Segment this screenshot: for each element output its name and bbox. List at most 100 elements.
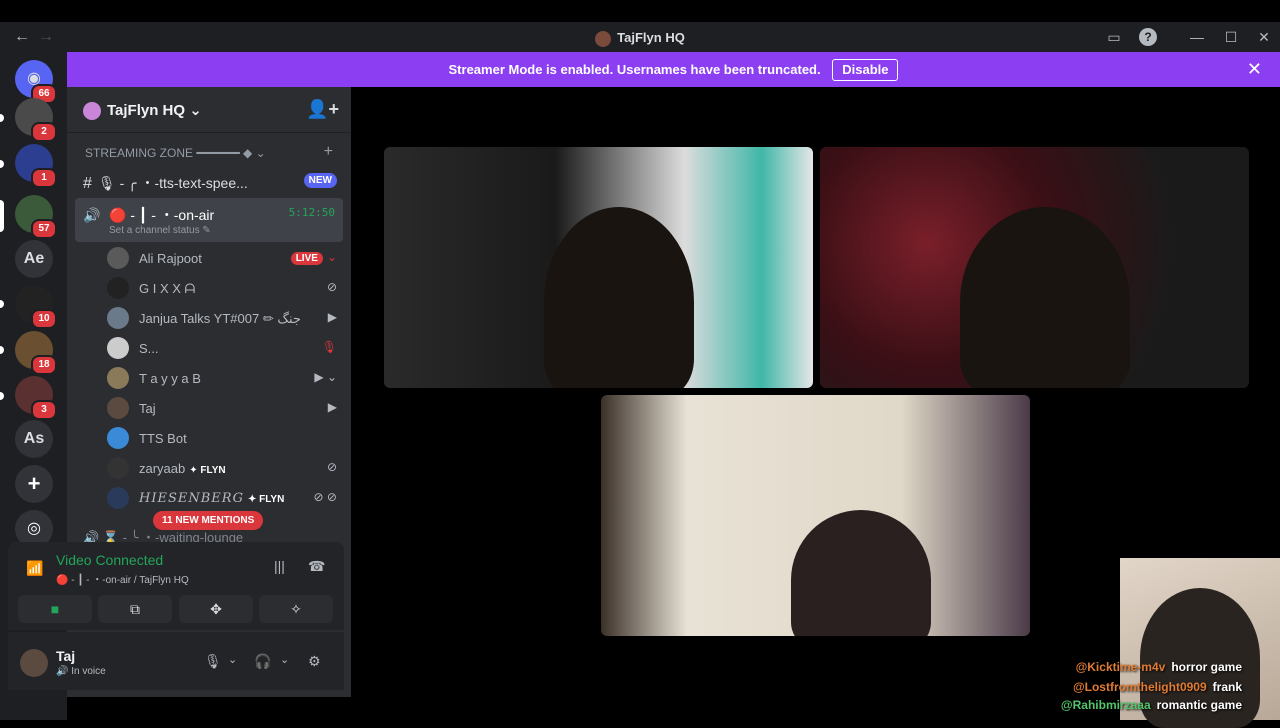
muted-icon: 🎙 xyxy=(321,340,337,354)
voice-user[interactable]: zaryaab ✦ FLYN ⊘ xyxy=(107,456,339,482)
username: G I X X ᗩ xyxy=(139,281,196,296)
maximize-icon[interactable]: ☐ xyxy=(1222,28,1240,46)
badge: 3 xyxy=(31,400,57,420)
username: TTS Bot xyxy=(139,431,187,446)
voice-user[interactable]: T a y y a B ▶ ⌄ xyxy=(107,366,339,392)
signal-icon[interactable]: 📶 xyxy=(26,560,43,577)
video-tile[interactable] xyxy=(384,147,813,388)
help-icon[interactable]: ? xyxy=(1139,28,1157,46)
window-title-text: TajFlyn HQ xyxy=(617,30,685,45)
chat-message: @Kicktime-m4v horror game xyxy=(1076,660,1242,674)
voice-status[interactable]: Video Connected xyxy=(56,552,163,568)
server-avatar[interactable]: 2 xyxy=(15,98,57,142)
voice-user[interactable]: TTS Bot xyxy=(107,426,339,452)
new-mentions-button[interactable]: 11 NEW MENTIONS xyxy=(153,511,264,530)
deafened-icon: ⊘ xyxy=(326,280,337,294)
participant-video xyxy=(960,207,1130,388)
server-header[interactable]: TajFlyn HQ ⌄ 👤+ xyxy=(67,87,351,133)
chevron-down-icon[interactable]: ⌄ xyxy=(280,653,289,666)
live-badge: LIVE xyxy=(290,252,323,265)
server-avatar[interactable]: 1 xyxy=(15,144,57,188)
add-channel-icon[interactable]: + xyxy=(324,143,333,161)
channel-on-air[interactable]: 🔊 🔴 - ┃ - ・-on-air 5:12:50 Set a channel… xyxy=(75,198,343,242)
chat-text: frank xyxy=(1212,680,1242,694)
server-ae[interactable]: Ae xyxy=(15,240,53,278)
server-name: TajFlyn HQ xyxy=(107,102,186,119)
server-avatar[interactable]: 18 xyxy=(15,331,57,375)
voice-user[interactable]: Taj ▶ xyxy=(107,396,339,422)
noise-suppression-icon[interactable]: ||| xyxy=(274,558,285,574)
deafened-icon: ⊘ ⊘ xyxy=(313,490,337,504)
video-tile[interactable] xyxy=(601,395,1030,636)
username: S... xyxy=(139,341,159,356)
voice-user[interactable]: Ali Rajpoot LIVE ⌄ xyxy=(107,246,339,272)
avatar[interactable] xyxy=(20,649,48,677)
badge: 2 xyxy=(31,122,57,142)
category-name: STREAMING ZONE ━━━━━━ ◆ xyxy=(85,146,253,160)
voice-user[interactable]: G I X X ᗩ ⊘ xyxy=(107,276,339,302)
server-initials: As xyxy=(23,430,45,447)
server-avatar[interactable]: 10 xyxy=(15,285,57,329)
channel-status[interactable]: Set a channel status ✎ xyxy=(109,225,211,236)
voice-user[interactable]: HIESENBERG ✦ FLYN ⊘ ⊘ xyxy=(107,486,339,512)
server-icon xyxy=(83,102,101,121)
chat-username: @Lostfromthelight0909 xyxy=(1072,680,1207,694)
username: Taj xyxy=(139,401,156,416)
server-initials: Ae xyxy=(23,250,45,267)
soundboard-button[interactable]: ✧ xyxy=(259,595,333,623)
minimize-icon[interactable]: — xyxy=(1188,28,1206,46)
unread-pip xyxy=(0,114,4,122)
call-timer: 5:12:50 xyxy=(288,206,335,219)
avatar xyxy=(107,307,129,329)
voice-channel-path[interactable]: 🔴 - ┃ - ・-on-air / TajFlyn HQ xyxy=(56,571,189,586)
inbox-icon[interactable]: ▭ xyxy=(1105,28,1123,46)
disconnect-icon[interactable]: ☎ xyxy=(308,558,325,575)
participant-video xyxy=(544,207,694,388)
chat-username: @Rahibmirzaaa xyxy=(1060,698,1151,712)
new-badge: NEW xyxy=(303,173,337,188)
chat-message: @Lostfromthelight0909 frank xyxy=(1073,680,1242,694)
streamer-webcam-overlay xyxy=(1120,558,1280,728)
avatar xyxy=(107,247,129,269)
category-streaming-zone[interactable]: STREAMING ZONE ━━━━━━ ◆ ⌄ + xyxy=(85,143,333,160)
add-member-icon[interactable]: 👤+ xyxy=(306,99,339,120)
username: HIESENBERG xyxy=(139,491,244,506)
camera-button[interactable]: ■ xyxy=(18,595,92,623)
voice-connection-panel: 📶 Video Connected 🔴 - ┃ - ・-on-air / Taj… xyxy=(8,542,344,630)
streamer-mode-banner: Streamer Mode is enabled. Usernames have… xyxy=(67,52,1280,87)
discord-home-icon[interactable]: ◉ 66 xyxy=(15,60,57,104)
chat-username: @Kicktime-m4v xyxy=(1075,660,1166,674)
server-avatar[interactable]: 3 xyxy=(15,376,57,420)
voice-user[interactable]: Janjua Talks YT#007 ✏ جنگ ▶ xyxy=(107,306,339,332)
server-as[interactable]: As xyxy=(15,420,53,458)
server-avatar[interactable]: 57 xyxy=(15,195,57,239)
voice-icon: 🔊 xyxy=(56,666,72,677)
close-window-icon[interactable]: ✕ xyxy=(1255,28,1273,46)
title-bar: ← → TajFlyn HQ ▭ ? — ☐ ✕ xyxy=(0,0,1280,52)
server-icon xyxy=(595,30,612,47)
close-banner-icon[interactable]: ✕ xyxy=(1247,52,1262,87)
microphone-icon[interactable]: 🎙 xyxy=(204,653,222,670)
headphones-icon[interactable]: 🎧 xyxy=(254,653,271,670)
settings-gear-icon[interactable]: ⚙ xyxy=(308,653,321,670)
current-username[interactable]: Taj xyxy=(56,648,75,664)
add-server-icon[interactable]: + xyxy=(15,465,53,503)
activities-button[interactable]: ✥ xyxy=(179,595,253,623)
username: Ali Rajpoot xyxy=(139,251,202,266)
badge: 1 xyxy=(31,168,57,188)
screen-share-button[interactable]: ⧉ xyxy=(98,595,172,623)
avatar xyxy=(107,337,129,359)
disable-button[interactable]: Disable xyxy=(832,59,899,81)
username: zaryaab xyxy=(139,461,186,476)
window-title: TajFlyn HQ xyxy=(0,30,1280,47)
channel-tts[interactable]: # 🎙 - ╭ ・-tts-text-spee... xyxy=(83,173,248,193)
video-tile[interactable] xyxy=(820,147,1249,388)
channel-name: 🎙 - ╭ ・-tts-text-spee... xyxy=(97,175,248,191)
voice-user[interactable]: S... 🎙 xyxy=(107,336,339,362)
username-with-tag: zaryaab ✦ FLYN xyxy=(139,461,226,476)
chevron-down-icon[interactable]: ⌄ xyxy=(228,653,237,666)
avatar xyxy=(107,367,129,389)
video-icon: ▶ ⌄ xyxy=(314,370,337,384)
speaker-icon: 🔊 xyxy=(83,207,101,223)
unread-pip xyxy=(0,300,4,308)
